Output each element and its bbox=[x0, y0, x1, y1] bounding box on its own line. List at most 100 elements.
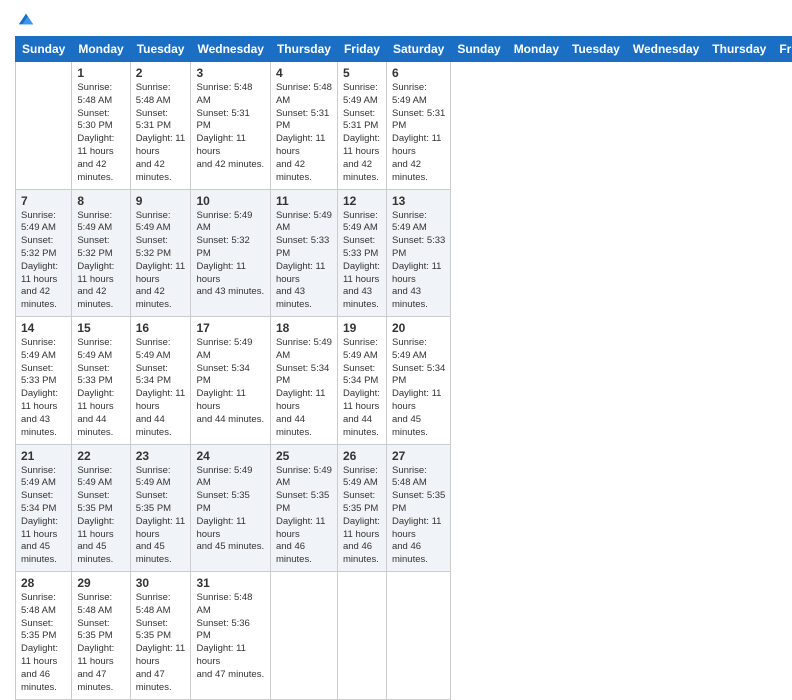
calendar-cell bbox=[337, 572, 386, 700]
calendar-cell: 29 Sunrise: 5:48 AMSunset: 5:35 PMDayligh… bbox=[72, 572, 130, 700]
calendar-cell: 6 Sunrise: 5:49 AMSunset: 5:31 PMDaylight… bbox=[386, 62, 450, 190]
header bbox=[15, 10, 777, 28]
calendar-cell: 21 Sunrise: 5:49 AMSunset: 5:34 PMDayligh… bbox=[16, 444, 72, 572]
calendar-cell: 8 Sunrise: 5:49 AMSunset: 5:32 PMDaylight… bbox=[72, 189, 130, 317]
day-info: Sunrise: 5:49 AMSunset: 5:32 PMDaylight:… bbox=[136, 210, 186, 313]
calendar-week-row: 1 Sunrise: 5:48 AMSunset: 5:30 PMDaylight… bbox=[16, 62, 792, 190]
day-info: Sunrise: 5:49 AMSunset: 5:34 PMDaylight:… bbox=[21, 465, 66, 568]
day-info: Sunrise: 5:48 AMSunset: 5:31 PMDaylight:… bbox=[276, 82, 332, 185]
calendar-cell: 22 Sunrise: 5:49 AMSunset: 5:35 PMDayligh… bbox=[72, 444, 130, 572]
day-info: Sunrise: 5:49 AMSunset: 5:34 PMDaylight:… bbox=[196, 337, 264, 427]
day-info: Sunrise: 5:48 AMSunset: 5:36 PMDaylight:… bbox=[196, 592, 264, 682]
calendar-cell: 24 Sunrise: 5:49 AMSunset: 5:35 PMDayligh… bbox=[191, 444, 270, 572]
calendar-cell: 25 Sunrise: 5:49 AMSunset: 5:35 PMDayligh… bbox=[270, 444, 337, 572]
weekday-header: Friday bbox=[337, 37, 386, 62]
weekday-header: Wednesday bbox=[626, 37, 705, 62]
day-number: 1 bbox=[77, 66, 124, 80]
day-number: 9 bbox=[136, 194, 186, 208]
day-info: Sunrise: 5:49 AMSunset: 5:32 PMDaylight:… bbox=[21, 210, 66, 313]
day-info: Sunrise: 5:48 AMSunset: 5:35 PMDaylight:… bbox=[392, 465, 445, 568]
weekday-header: Sunday bbox=[16, 37, 72, 62]
day-info: Sunrise: 5:49 AMSunset: 5:33 PMDaylight:… bbox=[392, 210, 445, 313]
day-number: 3 bbox=[196, 66, 264, 80]
day-number: 5 bbox=[343, 66, 381, 80]
day-info: Sunrise: 5:49 AMSunset: 5:35 PMDaylight:… bbox=[77, 465, 124, 568]
calendar-cell: 30 Sunrise: 5:48 AMSunset: 5:35 PMDayligh… bbox=[130, 572, 191, 700]
calendar-cell: 5Sunrise: 5:49 AMSunset: 5:31 PMDaylight… bbox=[337, 62, 386, 190]
day-info: Sunrise: 5:49 AMSunset: 5:34 PMDaylight:… bbox=[276, 337, 332, 440]
calendar-cell: 11 Sunrise: 5:49 AMSunset: 5:33 PMDayligh… bbox=[270, 189, 337, 317]
calendar-cell: 10 Sunrise: 5:49 AMSunset: 5:32 PMDayligh… bbox=[191, 189, 270, 317]
day-info: Sunrise: 5:49 AMSunset: 5:33 PMDaylight:… bbox=[343, 210, 381, 313]
calendar-week-row: 21 Sunrise: 5:49 AMSunset: 5:34 PMDayligh… bbox=[16, 444, 792, 572]
day-info: Sunrise: 5:48 AMSunset: 5:35 PMDaylight:… bbox=[136, 592, 186, 695]
day-number: 24 bbox=[196, 449, 264, 463]
calendar-cell: 20Sunrise: 5:49 AMSunset: 5:34 PMDayligh… bbox=[386, 317, 450, 445]
weekday-header: Saturday bbox=[386, 37, 450, 62]
calendar-week-row: 14Sunrise: 5:49 AMSunset: 5:33 PMDayligh… bbox=[16, 317, 792, 445]
weekday-header: Tuesday bbox=[566, 37, 627, 62]
day-number: 18 bbox=[276, 321, 332, 335]
day-number: 25 bbox=[276, 449, 332, 463]
day-number: 22 bbox=[77, 449, 124, 463]
weekday-header: Sunday bbox=[451, 37, 507, 62]
calendar-week-row: 7Sunrise: 5:49 AMSunset: 5:32 PMDaylight… bbox=[16, 189, 792, 317]
day-number: 29 bbox=[77, 576, 124, 590]
page: SundayMondayTuesdayWednesdayThursdayFrid… bbox=[0, 0, 792, 612]
day-number: 28 bbox=[21, 576, 66, 590]
weekday-header: Wednesday bbox=[191, 37, 270, 62]
calendar-week-row: 28 Sunrise: 5:48 AMSunset: 5:35 PMDayligh… bbox=[16, 572, 792, 700]
calendar-cell bbox=[386, 572, 450, 700]
day-info: Sunrise: 5:49 AMSunset: 5:31 PMDaylight:… bbox=[392, 82, 445, 185]
day-info: Sunrise: 5:49 AMSunset: 5:34 PMDaylight:… bbox=[136, 337, 186, 440]
day-number: 21 bbox=[21, 449, 66, 463]
day-info: Sunrise: 5:49 AMSunset: 5:35 PMDaylight:… bbox=[196, 465, 264, 555]
day-number: 13 bbox=[392, 194, 445, 208]
day-number: 8 bbox=[77, 194, 124, 208]
day-info: Sunrise: 5:49 AMSunset: 5:35 PMDaylight:… bbox=[136, 465, 186, 568]
calendar-cell: 16 Sunrise: 5:49 AMSunset: 5:34 PMDayligh… bbox=[130, 317, 191, 445]
calendar-cell: 4Sunrise: 5:48 AMSunset: 5:31 PMDaylight… bbox=[270, 62, 337, 190]
day-number: 17 bbox=[196, 321, 264, 335]
day-number: 15 bbox=[77, 321, 124, 335]
calendar-cell: 12 Sunrise: 5:49 AMSunset: 5:33 PMDayligh… bbox=[337, 189, 386, 317]
weekday-header: Thursday bbox=[706, 37, 773, 62]
weekday-header: Tuesday bbox=[130, 37, 191, 62]
day-number: 6 bbox=[392, 66, 445, 80]
day-info: Sunrise: 5:49 AMSunset: 5:32 PMDaylight:… bbox=[196, 210, 264, 300]
day-number: 16 bbox=[136, 321, 186, 335]
day-info: Sunrise: 5:49 AMSunset: 5:33 PMDaylight:… bbox=[276, 210, 332, 313]
calendar-cell: 14Sunrise: 5:49 AMSunset: 5:33 PMDayligh… bbox=[16, 317, 72, 445]
day-number: 11 bbox=[276, 194, 332, 208]
calendar-cell: 19Sunrise: 5:49 AMSunset: 5:34 PMDayligh… bbox=[337, 317, 386, 445]
logo-icon bbox=[17, 10, 35, 28]
calendar-cell: 23 Sunrise: 5:49 AMSunset: 5:35 PMDayligh… bbox=[130, 444, 191, 572]
logo bbox=[15, 10, 35, 28]
day-number: 2 bbox=[136, 66, 186, 80]
day-info: Sunrise: 5:48 AMSunset: 5:35 PMDaylight:… bbox=[21, 592, 66, 695]
weekday-header: Thursday bbox=[270, 37, 337, 62]
day-info: Sunrise: 5:48 AMSunset: 5:30 PMDaylight:… bbox=[77, 82, 124, 185]
day-info: Sunrise: 5:49 AMSunset: 5:35 PMDaylight:… bbox=[276, 465, 332, 568]
calendar-cell: 28 Sunrise: 5:48 AMSunset: 5:35 PMDayligh… bbox=[16, 572, 72, 700]
day-info: Sunrise: 5:49 AMSunset: 5:32 PMDaylight:… bbox=[77, 210, 124, 313]
day-info: Sunrise: 5:49 AMSunset: 5:35 PMDaylight:… bbox=[343, 465, 381, 568]
day-info: Sunrise: 5:48 AMSunset: 5:35 PMDaylight:… bbox=[77, 592, 124, 695]
day-info: Sunrise: 5:49 AMSunset: 5:34 PMDaylight:… bbox=[392, 337, 445, 440]
day-number: 31 bbox=[196, 576, 264, 590]
weekday-header: Monday bbox=[507, 37, 565, 62]
calendar-cell: 13 Sunrise: 5:49 AMSunset: 5:33 PMDayligh… bbox=[386, 189, 450, 317]
calendar-cell: 7Sunrise: 5:49 AMSunset: 5:32 PMDaylight… bbox=[16, 189, 72, 317]
day-info: Sunrise: 5:49 AMSunset: 5:34 PMDaylight:… bbox=[343, 337, 381, 440]
calendar-cell: 2Sunrise: 5:48 AMSunset: 5:31 PMDaylight… bbox=[130, 62, 191, 190]
calendar-cell: 9 Sunrise: 5:49 AMSunset: 5:32 PMDaylight… bbox=[130, 189, 191, 317]
day-number: 27 bbox=[392, 449, 445, 463]
calendar-cell: 17 Sunrise: 5:49 AMSunset: 5:34 PMDayligh… bbox=[191, 317, 270, 445]
calendar-cell: 31 Sunrise: 5:48 AMSunset: 5:36 PMDayligh… bbox=[191, 572, 270, 700]
day-number: 10 bbox=[196, 194, 264, 208]
calendar-cell: 27 Sunrise: 5:48 AMSunset: 5:35 PMDayligh… bbox=[386, 444, 450, 572]
calendar-cell bbox=[16, 62, 72, 190]
day-number: 12 bbox=[343, 194, 381, 208]
day-number: 23 bbox=[136, 449, 186, 463]
day-number: 30 bbox=[136, 576, 186, 590]
